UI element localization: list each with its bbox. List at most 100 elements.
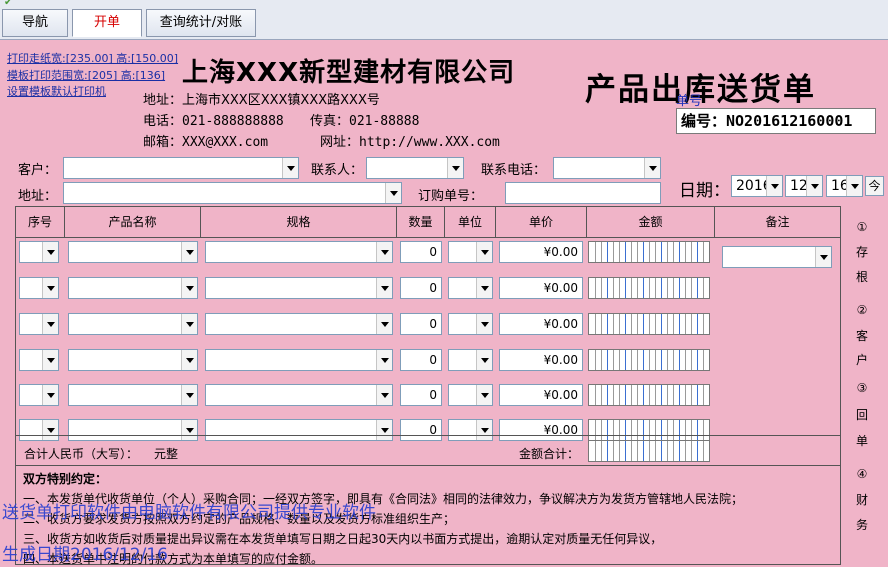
row-serial-select[interactable] bbox=[19, 277, 59, 299]
tab-navigation[interactable]: 导航 bbox=[2, 9, 68, 37]
row-spec-select[interactable] bbox=[205, 241, 393, 263]
row-quantity-input[interactable]: 0 bbox=[400, 241, 442, 263]
row-unit-select[interactable] bbox=[448, 313, 493, 335]
row-price-input[interactable]: ¥0.00 bbox=[499, 241, 583, 263]
row-quantity-input[interactable]: 0 bbox=[400, 277, 442, 299]
chevron-down-icon bbox=[447, 158, 463, 178]
copy-label-char: 根 bbox=[856, 270, 869, 284]
row-spec-select[interactable] bbox=[205, 384, 393, 406]
row-unit-select[interactable] bbox=[448, 349, 493, 371]
terms-title: 双方特别约定： bbox=[23, 472, 108, 486]
row-amount-box bbox=[588, 384, 710, 406]
total-rmb-label: 合计人民币（大写）： bbox=[24, 447, 139, 461]
check-icon: ✔ bbox=[4, 0, 13, 8]
chevron-down-icon bbox=[476, 385, 492, 405]
copy-label-char: 单 bbox=[856, 434, 869, 448]
total-amount-label: 金额合计： bbox=[519, 447, 580, 461]
date-month-select[interactable]: 12 bbox=[785, 175, 823, 197]
contact-select[interactable] bbox=[366, 157, 464, 179]
row-price-input[interactable]: ¥0.00 bbox=[499, 384, 583, 406]
chevron-down-icon bbox=[282, 158, 298, 178]
chevron-down-icon bbox=[376, 242, 392, 262]
row-product-select[interactable] bbox=[68, 384, 198, 406]
delivery-form: 打印走纸宽:[235.00] 高:[150.00] 模板打印范围宽:[205] … bbox=[0, 40, 888, 567]
row-spec-select[interactable] bbox=[205, 313, 393, 335]
chevron-down-icon bbox=[376, 278, 392, 298]
tab-bar: ✔ 导航 开单 查询统计/对账 bbox=[0, 0, 888, 40]
header-spec: 规格 bbox=[201, 207, 397, 238]
row-serial-select[interactable] bbox=[19, 384, 59, 406]
chevron-down-icon bbox=[42, 278, 58, 298]
total-amount-box bbox=[588, 440, 710, 462]
row-price-input[interactable]: ¥0.00 bbox=[499, 277, 583, 299]
chevron-down-icon bbox=[42, 314, 58, 334]
copy-label-char: ③ bbox=[856, 381, 868, 395]
header-unit: 单位 bbox=[445, 207, 496, 238]
row-quantity-input[interactable]: 0 bbox=[400, 313, 442, 335]
chevron-down-icon bbox=[766, 176, 782, 196]
customer-label: 客户： bbox=[18, 163, 58, 178]
chevron-down-icon bbox=[476, 350, 492, 370]
row-product-select[interactable] bbox=[68, 277, 198, 299]
row-price-input[interactable]: ¥0.00 bbox=[499, 313, 583, 335]
print-paper-size-link[interactable]: 打印走纸宽:[235.00] 高:[150.00] bbox=[7, 50, 178, 66]
remark-column bbox=[714, 238, 842, 434]
tab-query-statistics[interactable]: 查询统计/对账 bbox=[146, 9, 256, 37]
chevron-down-icon bbox=[385, 183, 401, 203]
chevron-down-icon bbox=[42, 350, 58, 370]
address-select[interactable] bbox=[63, 182, 402, 204]
date-day-select[interactable]: 16 bbox=[826, 175, 863, 197]
company-website: 网址：http://www.XXX.com bbox=[320, 135, 500, 150]
phone-select[interactable] bbox=[553, 157, 661, 179]
order-number-label: 订购单号： bbox=[418, 189, 484, 204]
document-number-field[interactable]: 编号：NO201612160001 bbox=[676, 108, 876, 134]
phone-label: 联系电话： bbox=[481, 163, 547, 178]
company-name: 上海XXX新型建材有限公司 bbox=[182, 58, 516, 88]
chevron-down-icon bbox=[42, 385, 58, 405]
header-product-name: 产品名称 bbox=[65, 207, 201, 238]
copy-label-char: ② bbox=[856, 303, 868, 317]
row-quantity-input[interactable]: 0 bbox=[400, 349, 442, 371]
chevron-down-icon bbox=[476, 314, 492, 334]
row-amount-box bbox=[588, 277, 710, 299]
document-number-label: 单号 bbox=[676, 94, 703, 109]
tab-create-order[interactable]: 开单 bbox=[72, 9, 142, 37]
row-product-select[interactable] bbox=[68, 313, 198, 335]
remark-select[interactable] bbox=[722, 246, 832, 268]
copy-label-char: 财 bbox=[856, 493, 869, 507]
row-spec-select[interactable] bbox=[205, 277, 393, 299]
order-number-input[interactable] bbox=[505, 182, 661, 204]
row-price-input[interactable]: ¥0.00 bbox=[499, 349, 583, 371]
row-unit-select[interactable] bbox=[448, 384, 493, 406]
copy-label-char: 务 bbox=[856, 518, 869, 532]
today-button[interactable]: 今 bbox=[865, 176, 884, 196]
customer-select[interactable] bbox=[63, 157, 299, 179]
row-spec-select[interactable] bbox=[205, 349, 393, 371]
total-rmb-value: 元整 bbox=[154, 447, 179, 461]
row-unit-select[interactable] bbox=[448, 241, 493, 263]
header-remark: 备注 bbox=[715, 207, 840, 238]
chevron-down-icon bbox=[181, 278, 197, 298]
watermark-line-1: 送货单打印软件由电脑软件有限公司提供专业软件 bbox=[2, 503, 376, 523]
print-template-range-link[interactable]: 模板打印范围宽:[205] 高:[136] bbox=[7, 67, 165, 83]
company-phone: 电话：021-888888888 bbox=[143, 114, 284, 129]
chevron-down-icon bbox=[846, 176, 862, 196]
row-serial-select[interactable] bbox=[19, 241, 59, 263]
copy-label-char: ① bbox=[856, 220, 868, 234]
chevron-down-icon bbox=[476, 242, 492, 262]
contact-label: 联系人： bbox=[311, 163, 364, 178]
copy-label-char: 存 bbox=[856, 245, 869, 259]
row-product-select[interactable] bbox=[68, 241, 198, 263]
row-quantity-input[interactable]: 0 bbox=[400, 384, 442, 406]
header-amount: 金额 bbox=[587, 207, 715, 238]
set-default-printer-link[interactable]: 设置模板默认打印机 bbox=[7, 83, 106, 99]
row-serial-select[interactable] bbox=[19, 313, 59, 335]
header-unit-price: 单价 bbox=[496, 207, 587, 238]
date-year-select[interactable]: 2016 bbox=[731, 175, 783, 197]
row-unit-select[interactable] bbox=[448, 277, 493, 299]
row-serial-select[interactable] bbox=[19, 349, 59, 371]
chevron-down-icon bbox=[42, 242, 58, 262]
totals-row: 合计人民币（大写）： 元整 金额合计： bbox=[16, 435, 840, 466]
row-amount-box bbox=[588, 349, 710, 371]
row-product-select[interactable] bbox=[68, 349, 198, 371]
